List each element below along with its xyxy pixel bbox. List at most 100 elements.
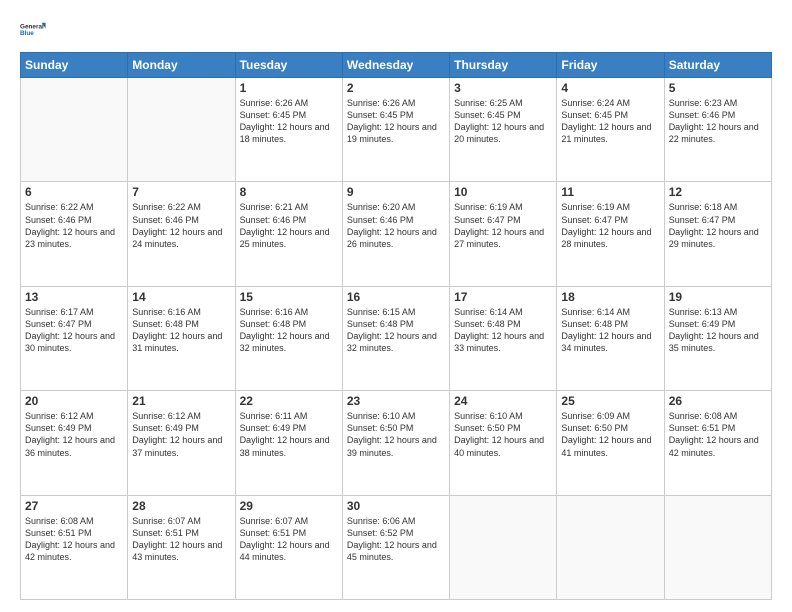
day-header-thursday: Thursday [450,53,557,78]
day-number: 25 [561,394,659,408]
day-number: 22 [240,394,338,408]
calendar-cell: 26Sunrise: 6:08 AM Sunset: 6:51 PM Dayli… [664,391,771,495]
cell-info: Sunrise: 6:18 AM Sunset: 6:47 PM Dayligh… [669,201,767,250]
day-number: 6 [25,185,123,199]
day-header-saturday: Saturday [664,53,771,78]
cell-info: Sunrise: 6:10 AM Sunset: 6:50 PM Dayligh… [454,410,552,459]
day-number: 18 [561,290,659,304]
svg-text:General: General [20,23,44,30]
day-number: 27 [25,499,123,513]
day-header-friday: Friday [557,53,664,78]
cell-info: Sunrise: 6:12 AM Sunset: 6:49 PM Dayligh… [25,410,123,459]
cell-info: Sunrise: 6:25 AM Sunset: 6:45 PM Dayligh… [454,97,552,146]
day-number: 1 [240,81,338,95]
cell-info: Sunrise: 6:17 AM Sunset: 6:47 PM Dayligh… [25,306,123,355]
cell-info: Sunrise: 6:07 AM Sunset: 6:51 PM Dayligh… [132,515,230,564]
calendar-table: SundayMondayTuesdayWednesdayThursdayFrid… [20,52,772,600]
calendar-cell: 20 Sunrise: 6:12 AM Sunset: 6:49 PM Dayli… [21,391,128,495]
page: GeneralBlue SundayMondayTuesdayWednesday… [0,0,792,612]
calendar-cell [557,495,664,599]
calendar-week-3: 13 Sunrise: 6:17 AM Sunset: 6:47 PM Dayli… [21,286,772,390]
calendar-cell: 9 Sunrise: 6:20 AM Sunset: 6:46 PM Daylig… [342,182,449,286]
header: GeneralBlue [20,16,772,44]
cell-info: Sunrise: 6:23 AM Sunset: 6:46 PM Dayligh… [669,97,767,146]
calendar-cell: 3 Sunrise: 6:25 AM Sunset: 6:45 PM Daylig… [450,78,557,182]
calendar-cell: 28 Sunrise: 6:07 AM Sunset: 6:51 PM Dayli… [128,495,235,599]
svg-text:Blue: Blue [20,30,34,37]
cell-info: Sunrise: 6:22 AM Sunset: 6:46 PM Dayligh… [132,201,230,250]
calendar-cell: 4 Sunrise: 6:24 AM Sunset: 6:45 PM Daylig… [557,78,664,182]
day-number: 30 [347,499,445,513]
day-number: 7 [132,185,230,199]
calendar-cell: 13 Sunrise: 6:17 AM Sunset: 6:47 PM Dayli… [21,286,128,390]
calendar-cell: 25 Sunrise: 6:09 AM Sunset: 6:50 PM Dayli… [557,391,664,495]
day-number: 2 [347,81,445,95]
day-number: 3 [454,81,552,95]
calendar-cell: 22 Sunrise: 6:11 AM Sunset: 6:49 PM Dayli… [235,391,342,495]
cell-info: Sunrise: 6:26 AM Sunset: 6:45 PM Dayligh… [347,97,445,146]
calendar-week-1: 1 Sunrise: 6:26 AM Sunset: 6:45 PM Daylig… [21,78,772,182]
calendar-cell: 2 Sunrise: 6:26 AM Sunset: 6:45 PM Daylig… [342,78,449,182]
day-number: 28 [132,499,230,513]
cell-info: Sunrise: 6:14 AM Sunset: 6:48 PM Dayligh… [561,306,659,355]
day-number: 11 [561,185,659,199]
day-number: 16 [347,290,445,304]
cell-info: Sunrise: 6:26 AM Sunset: 6:45 PM Dayligh… [240,97,338,146]
calendar-cell: 27 Sunrise: 6:08 AM Sunset: 6:51 PM Dayli… [21,495,128,599]
calendar-cell: 24 Sunrise: 6:10 AM Sunset: 6:50 PM Dayli… [450,391,557,495]
cell-info: Sunrise: 6:16 AM Sunset: 6:48 PM Dayligh… [240,306,338,355]
logo-icon: GeneralBlue [20,16,48,44]
day-number: 21 [132,394,230,408]
cell-info: Sunrise: 6:22 AM Sunset: 6:46 PM Dayligh… [25,201,123,250]
calendar-cell: 30 Sunrise: 6:06 AM Sunset: 6:52 PM Dayli… [342,495,449,599]
cell-info: Sunrise: 6:19 AM Sunset: 6:47 PM Dayligh… [561,201,659,250]
day-number: 24 [454,394,552,408]
day-number: 19 [669,290,767,304]
cell-info: Sunrise: 6:20 AM Sunset: 6:46 PM Dayligh… [347,201,445,250]
cell-info: Sunrise: 6:14 AM Sunset: 6:48 PM Dayligh… [454,306,552,355]
day-number: 13 [25,290,123,304]
calendar-cell: 12 Sunrise: 6:18 AM Sunset: 6:47 PM Dayli… [664,182,771,286]
day-number: 8 [240,185,338,199]
cell-info: Sunrise: 6:21 AM Sunset: 6:46 PM Dayligh… [240,201,338,250]
calendar-cell: 5 Sunrise: 6:23 AM Sunset: 6:46 PM Daylig… [664,78,771,182]
day-number: 5 [669,81,767,95]
cell-info: Sunrise: 6:15 AM Sunset: 6:48 PM Dayligh… [347,306,445,355]
calendar-cell: 17Sunrise: 6:14 AM Sunset: 6:48 PM Dayli… [450,286,557,390]
day-header-wednesday: Wednesday [342,53,449,78]
day-number: 23 [347,394,445,408]
day-number: 14 [132,290,230,304]
day-number: 29 [240,499,338,513]
day-number: 10 [454,185,552,199]
day-number: 9 [347,185,445,199]
cell-info: Sunrise: 6:13 AM Sunset: 6:49 PM Dayligh… [669,306,767,355]
cell-info: Sunrise: 6:07 AM Sunset: 6:51 PM Dayligh… [240,515,338,564]
day-number: 12 [669,185,767,199]
calendar-cell: 14 Sunrise: 6:16 AM Sunset: 6:48 PM Dayli… [128,286,235,390]
day-number: 15 [240,290,338,304]
calendar-cell: 23 Sunrise: 6:10 AM Sunset: 6:50 PM Dayli… [342,391,449,495]
day-header-monday: Monday [128,53,235,78]
calendar-cell: 1 Sunrise: 6:26 AM Sunset: 6:45 PM Daylig… [235,78,342,182]
logo: GeneralBlue [20,16,48,44]
calendar-cell [128,78,235,182]
calendar-cell: 15 Sunrise: 6:16 AM Sunset: 6:48 PM Dayli… [235,286,342,390]
calendar-week-5: 27 Sunrise: 6:08 AM Sunset: 6:51 PM Dayli… [21,495,772,599]
cell-info: Sunrise: 6:09 AM Sunset: 6:50 PM Dayligh… [561,410,659,459]
cell-info: Sunrise: 6:19 AM Sunset: 6:47 PM Dayligh… [454,201,552,250]
calendar-cell: 16 Sunrise: 6:15 AM Sunset: 6:48 PM Dayli… [342,286,449,390]
calendar-cell: 6 Sunrise: 6:22 AM Sunset: 6:46 PM Daylig… [21,182,128,286]
calendar-cell: 11 Sunrise: 6:19 AM Sunset: 6:47 PM Dayli… [557,182,664,286]
calendar-header-row: SundayMondayTuesdayWednesdayThursdayFrid… [21,53,772,78]
cell-info: Sunrise: 6:12 AM Sunset: 6:49 PM Dayligh… [132,410,230,459]
cell-info: Sunrise: 6:24 AM Sunset: 6:45 PM Dayligh… [561,97,659,146]
calendar-cell: 19 Sunrise: 6:13 AM Sunset: 6:49 PM Dayli… [664,286,771,390]
cell-info: Sunrise: 6:10 AM Sunset: 6:50 PM Dayligh… [347,410,445,459]
cell-info: Sunrise: 6:16 AM Sunset: 6:48 PM Dayligh… [132,306,230,355]
day-number: 4 [561,81,659,95]
cell-info: Sunrise: 6:11 AM Sunset: 6:49 PM Dayligh… [240,410,338,459]
day-number: 20 [25,394,123,408]
cell-info: Sunrise: 6:06 AM Sunset: 6:52 PM Dayligh… [347,515,445,564]
calendar-week-2: 6 Sunrise: 6:22 AM Sunset: 6:46 PM Daylig… [21,182,772,286]
cell-info: Sunrise: 6:08 AM Sunset: 6:51 PM Dayligh… [25,515,123,564]
